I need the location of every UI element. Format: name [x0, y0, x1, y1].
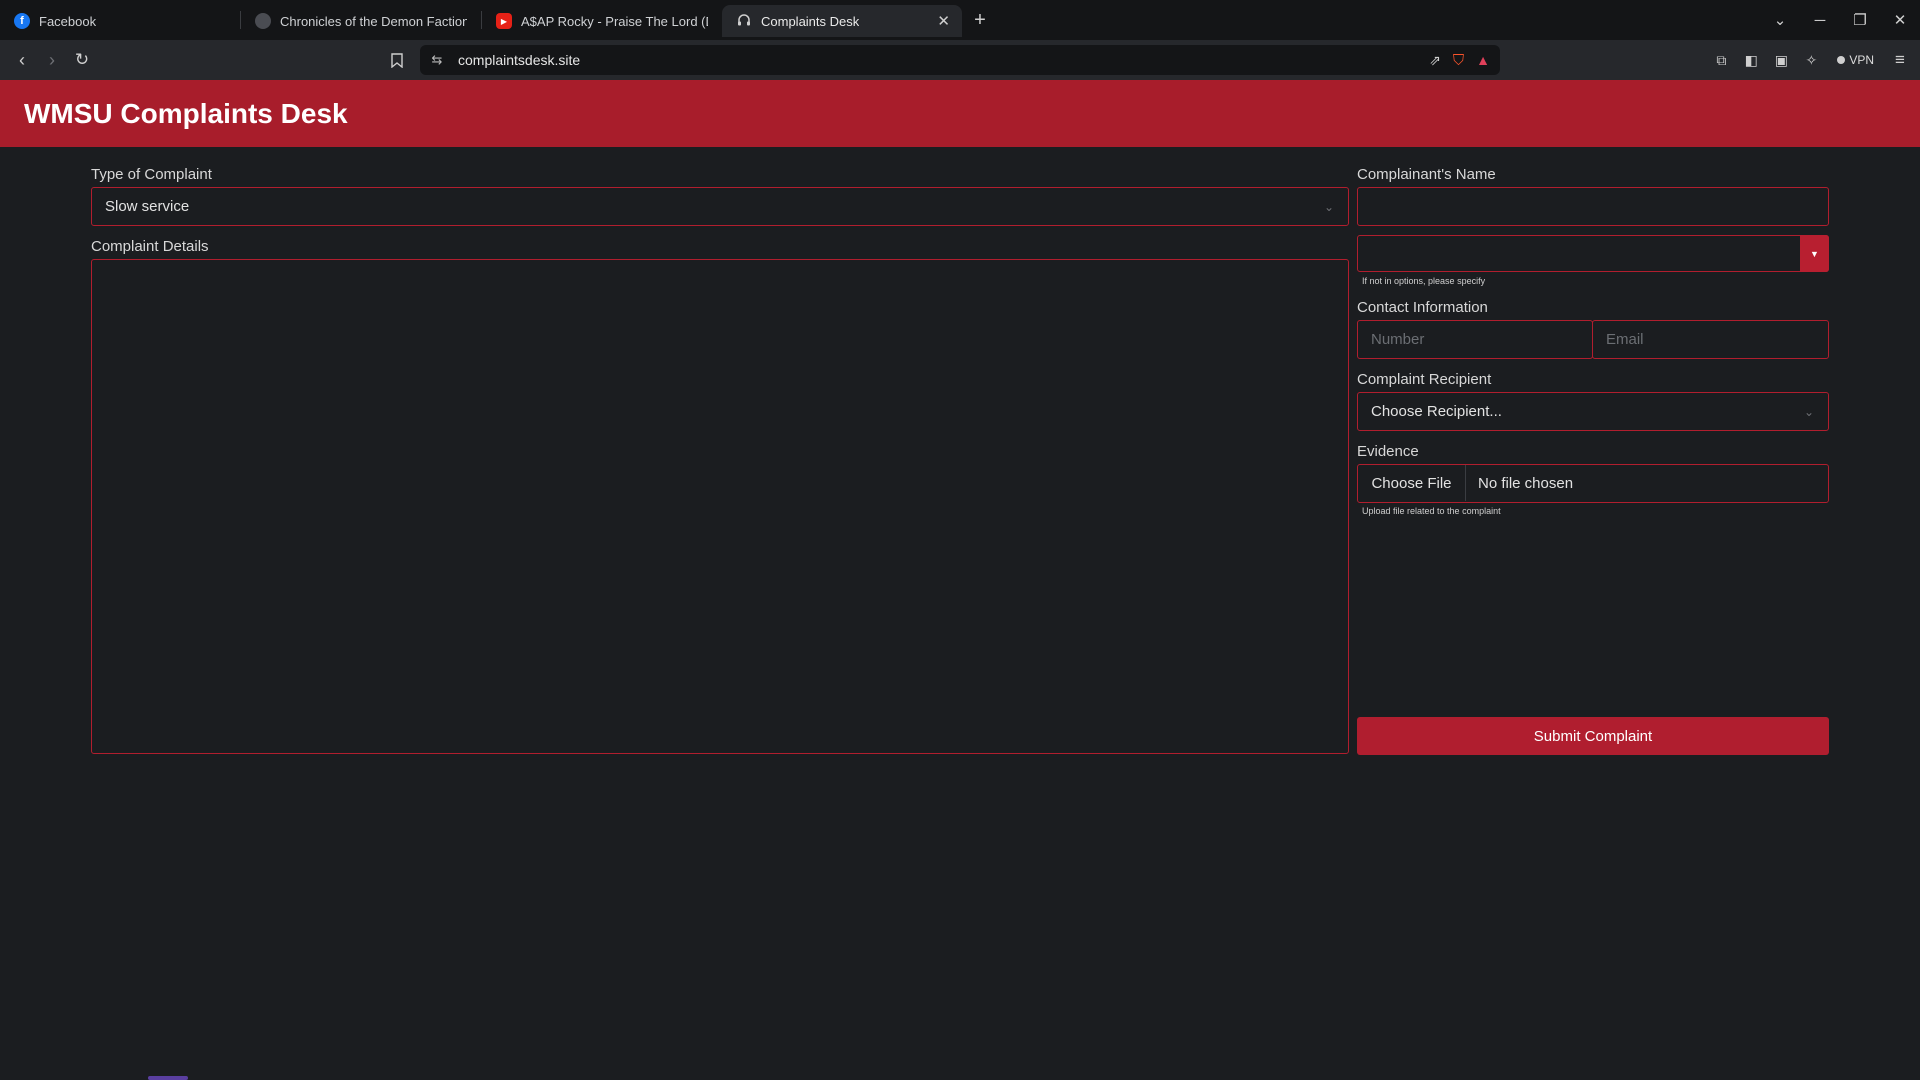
tab-label: A$AP Rocky - Praise The Lord (Da S: [521, 13, 708, 29]
complaint-recipient-value: Choose Recipient...: [1371, 403, 1502, 420]
tab-label: Chronicles of the Demon Faction C: [280, 13, 467, 29]
close-tab-icon[interactable]: ✕: [937, 12, 950, 30]
extensions-icon[interactable]: ⧉: [1711, 50, 1731, 70]
brave-rewards-icon[interactable]: ▲: [1476, 52, 1490, 68]
evidence-file-input[interactable]: Choose File No file chosen: [1357, 464, 1829, 503]
complaint-recipient-select[interactable]: Choose Recipient... ⌄: [1357, 392, 1829, 431]
specify-dropdown-button[interactable]: ▼: [1800, 235, 1829, 272]
choose-file-button[interactable]: Choose File: [1358, 465, 1466, 501]
caret-down-icon: ▼: [1810, 248, 1819, 259]
type-of-complaint-label: Type of Complaint: [91, 166, 212, 183]
submit-complaint-button[interactable]: Submit Complaint: [1357, 717, 1829, 755]
contact-email-input[interactable]: Email: [1592, 320, 1829, 359]
vpn-label: VPN: [1849, 53, 1874, 67]
page-title: WMSU Complaints Desk: [24, 97, 348, 129]
evidence-label: Evidence: [1357, 443, 1419, 460]
contact-number-placeholder: Number: [1371, 331, 1425, 348]
address-bar[interactable]: ⇆ complaintsdesk.site ⇗ ⛉ ▲: [420, 45, 1500, 75]
contact-email-placeholder: Email: [1606, 331, 1644, 348]
complaint-details-textarea[interactable]: [91, 259, 1349, 754]
new-tab-button[interactable]: +: [964, 4, 996, 36]
menu-icon[interactable]: ≡: [1890, 50, 1910, 70]
address-bar-actions: ⇗ ⛉ ▲: [1429, 52, 1490, 69]
file-status-text: No file chosen: [1478, 474, 1574, 492]
taskbar-indicator: [148, 1076, 188, 1080]
complaint-recipient-label: Complaint Recipient: [1357, 371, 1492, 388]
leo-ai-icon[interactable]: ✧: [1801, 50, 1821, 70]
browser-tab-chronicles[interactable]: Chronicles of the Demon Faction C: [241, 5, 481, 37]
specify-hint: If not in options, please specify: [1362, 276, 1486, 286]
reload-icon[interactable]: ↻: [67, 45, 97, 75]
chevron-down-icon: ⌄: [1323, 199, 1334, 214]
minimize-icon[interactable]: ─: [1800, 12, 1840, 29]
window-controls: ⌄ ─ ❐ ✕: [1760, 0, 1920, 40]
restore-icon[interactable]: ❐: [1840, 11, 1880, 29]
site-settings-icon[interactable]: ⇆: [424, 52, 450, 68]
contact-number-input[interactable]: Number: [1357, 320, 1593, 359]
complaint-details-label: Complaint Details: [91, 238, 209, 255]
extensions-area: ⧉ ◧ ▣ ✧ VPN ≡: [1711, 45, 1910, 75]
forward-icon[interactable]: ›: [37, 45, 67, 75]
vpn-button[interactable]: VPN: [1831, 51, 1880, 69]
share-icon[interactable]: ⇗: [1429, 52, 1441, 69]
vpn-status-icon: [1837, 56, 1846, 64]
browser-tab-complaints-desk[interactable]: Complaints Desk ✕: [722, 5, 962, 37]
complaint-type-value: Slow service: [105, 198, 190, 215]
youtube-icon: ▶: [496, 13, 512, 29]
complainant-name-input[interactable]: [1357, 187, 1829, 226]
page-header: WMSU Complaints Desk: [0, 80, 1920, 147]
headset-icon: [736, 13, 752, 29]
contact-information-label: Contact Information: [1357, 299, 1488, 316]
complaint-type-select[interactable]: Slow service ⌄: [91, 187, 1349, 226]
sidebar-icon[interactable]: ◧: [1741, 50, 1761, 70]
wallet-icon[interactable]: ▣: [1771, 50, 1791, 70]
browser-tab-youtube[interactable]: ▶ A$AP Rocky - Praise The Lord (Da S: [482, 5, 722, 37]
evidence-hint: Upload file related to the complaint: [1362, 506, 1501, 516]
browser-tabstrip: f Facebook Chronicles of the Demon Facti…: [0, 0, 1920, 40]
tab-label: Facebook: [39, 13, 97, 29]
chevron-down-icon: ⌄: [1803, 404, 1814, 419]
tab-label: Complaints Desk: [761, 13, 860, 29]
tab-search-chevron-icon[interactable]: ⌄: [1760, 11, 1800, 29]
globe-icon: [255, 13, 271, 29]
url-text: complaintsdesk.site: [458, 52, 581, 68]
back-icon[interactable]: ‹: [7, 45, 37, 75]
browser-toolbar: ‹ › ↻ ⇆ complaintsdesk.site ⇗ ⛉ ▲ ⧉ ◧ ▣ …: [0, 40, 1920, 80]
bookmark-icon[interactable]: [386, 49, 408, 71]
browser-tab-facebook[interactable]: f Facebook: [0, 5, 240, 37]
brave-shields-icon[interactable]: ⛉: [1453, 52, 1464, 69]
close-window-icon[interactable]: ✕: [1880, 11, 1920, 29]
complainant-name-label: Complainant's Name: [1357, 166, 1496, 183]
facebook-icon: f: [14, 13, 30, 29]
specify-input[interactable]: [1357, 235, 1829, 272]
